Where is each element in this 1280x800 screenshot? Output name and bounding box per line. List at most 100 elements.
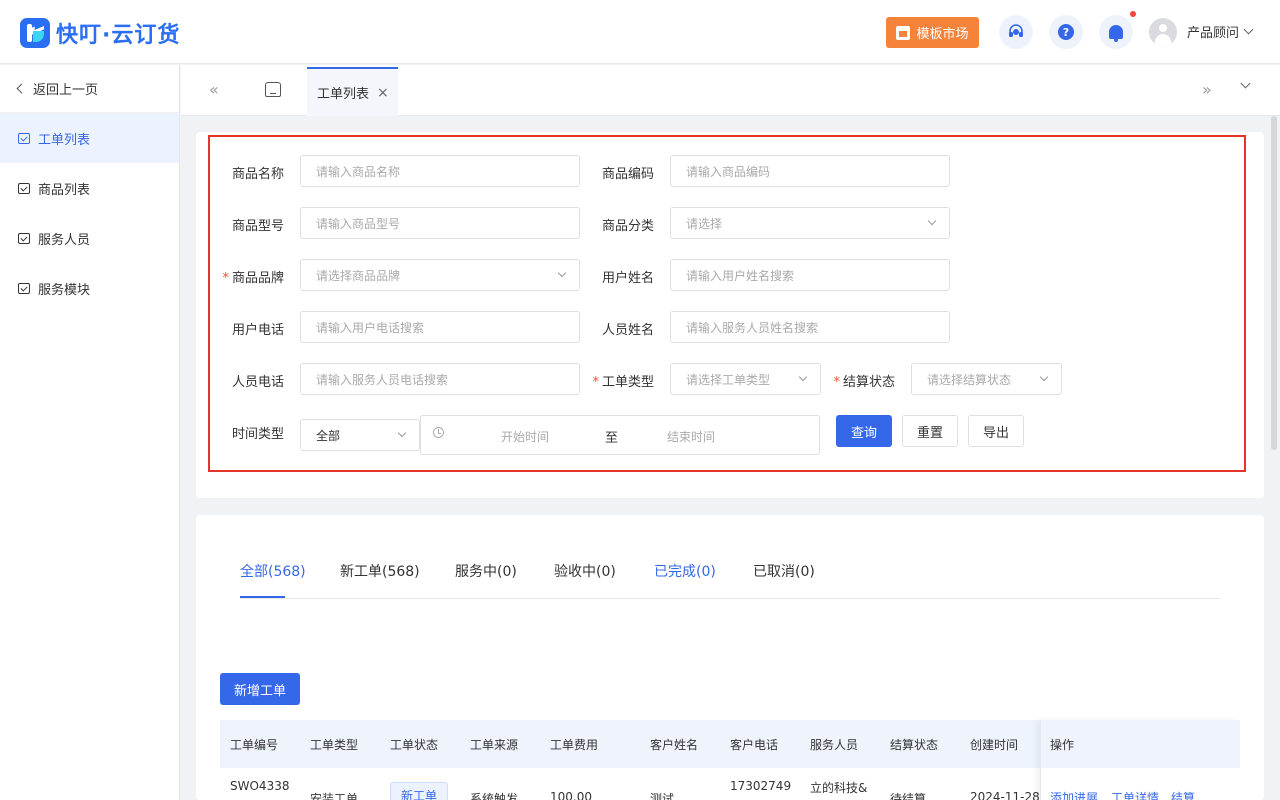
tab-status-in-service[interactable]: 服务中(0) <box>455 561 517 581</box>
column-header: 工单费用 <box>550 738 599 752</box>
order-number-cell: SWO4338 <box>230 779 290 793</box>
product-brand-label: * 商品品牌 <box>200 267 284 286</box>
product-brand-placeholder: 请选择商品品牌 <box>316 268 401 283</box>
bell-icon <box>1109 25 1123 42</box>
order-source-cell: 系统触发 <box>470 792 519 800</box>
notifications-button[interactable] <box>1099 15 1133 49</box>
avatar[interactable] <box>1149 18 1177 46</box>
order-type-cell: 安装工单 <box>310 792 359 800</box>
product-brand-select[interactable]: 请选择商品品牌 <box>300 259 580 291</box>
time-type-select[interactable]: 全部 <box>300 419 420 451</box>
page-scrollbar[interactable] <box>1271 116 1277 450</box>
actions-column <box>1040 720 1240 800</box>
sidebar-item-label: 工单列表 <box>38 132 91 148</box>
sidebar-item-service-staff[interactable]: 服务人员 <box>0 213 179 263</box>
app-header: 快叮·云订货 模板市场 ? 产品顾问 <box>0 0 1280 64</box>
sidebar-item-service-modules[interactable]: 服务模块 <box>0 263 179 313</box>
product-model-input[interactable]: 请输入商品型号 <box>300 207 580 239</box>
export-button[interactable]: 导出 <box>968 415 1024 447</box>
tab-status-all[interactable]: 全部(568) <box>240 561 306 581</box>
sidebar-item-work-orders[interactable]: 工单列表 <box>0 113 179 163</box>
back-button[interactable]: 返回上一页 <box>0 65 179 113</box>
query-button[interactable]: 查询 <box>836 415 892 447</box>
tab-status-completed[interactable]: 已完成(0) <box>654 561 716 581</box>
customer-name-cell: 测试 <box>650 792 675 800</box>
tab-status-acceptance[interactable]: 验收中(0) <box>554 561 616 581</box>
date-range-separator: 至 <box>605 431 619 446</box>
order-fee-cell: 100.00 <box>550 790 592 800</box>
end-time-placeholder[interactable]: 结束时间 <box>667 428 715 445</box>
inbox-check-icon <box>18 232 30 244</box>
date-range-picker[interactable]: 开始时间 至 结束时间 <box>420 415 820 455</box>
logo-mark-icon <box>20 18 50 48</box>
settle-status-label: * 结算状态 <box>811 371 895 390</box>
add-progress-link[interactable]: 添加进展 <box>1050 789 1098 800</box>
staff-phone-label: 人员电话 <box>231 375 284 390</box>
product-model-placeholder: 请输入商品型号 <box>316 216 401 231</box>
user-phone-input[interactable]: 请输入用户电话搜索 <box>300 311 580 343</box>
settle-status-select[interactable]: 请选择结算状态 <box>911 363 1062 395</box>
product-code-input[interactable]: 请输入商品编码 <box>670 155 950 187</box>
product-code-placeholder: 请输入商品编码 <box>686 164 771 179</box>
inbox-check-icon <box>18 132 30 144</box>
chevron-down-icon <box>927 216 937 226</box>
template-market-button[interactable]: 模板市场 <box>886 17 979 48</box>
staff-name-label: 人员姓名 <box>601 323 654 338</box>
tab-status-new[interactable]: 新工单(568) <box>340 561 420 581</box>
chevron-down-icon <box>1243 24 1254 35</box>
user-name-input[interactable]: 请输入用户姓名搜索 <box>670 259 950 291</box>
active-tab-indicator <box>240 596 285 598</box>
service-staff-cell: 立的科技& <box>810 781 868 795</box>
user-menu[interactable]: 产品顾问 <box>1187 22 1254 41</box>
settle-link[interactable]: 结算 <box>1171 789 1195 800</box>
user-phone-label: 用户电话 <box>231 323 284 338</box>
settle-status-cell: 待结算 <box>890 792 927 800</box>
chevron-down-icon <box>397 428 407 438</box>
required-mark: * <box>222 271 229 286</box>
tabs-scroll-right-icon[interactable]: » <box>1202 82 1212 98</box>
column-header: 服务人员 <box>810 738 859 752</box>
reset-button[interactable]: 重置 <box>902 415 958 447</box>
column-header: 创建时间 <box>970 738 1019 752</box>
user-name: 产品顾问 <box>1187 26 1240 41</box>
home-icon[interactable] <box>265 82 281 97</box>
app-logo[interactable]: 快叮·云订货 <box>20 17 180 49</box>
customer-phone-cell: 17302749 <box>730 779 792 793</box>
product-category-select[interactable]: 请选择 <box>670 207 950 239</box>
product-model-label: 商品型号 <box>231 219 284 234</box>
column-header: 客户电话 <box>730 738 779 752</box>
chevron-down-icon <box>557 268 567 278</box>
notification-dot <box>1130 11 1136 17</box>
chevron-down-icon <box>798 372 808 382</box>
staff-phone-input[interactable]: 请输入服务人员电话搜索 <box>300 363 580 395</box>
chevron-left-icon <box>16 83 27 94</box>
product-category-label: 商品分类 <box>601 219 654 234</box>
tab-label: 工单列表 <box>317 87 370 102</box>
chevron-down-icon[interactable] <box>1240 78 1251 89</box>
customer-service-button[interactable] <box>999 15 1033 49</box>
clock-icon <box>433 427 444 438</box>
order-type-select[interactable]: 请选择工单类型 <box>670 363 821 395</box>
help-button[interactable]: ? <box>1049 15 1083 49</box>
template-icon <box>896 25 911 40</box>
tab-status-cancelled[interactable]: 已取消(0) <box>753 561 815 581</box>
product-category-placeholder: 请选择 <box>686 216 723 231</box>
close-icon[interactable]: × <box>377 85 389 101</box>
staff-name-input[interactable]: 请输入服务人员姓名搜索 <box>670 311 950 343</box>
tab-work-orders[interactable]: 工单列表 × <box>307 67 398 116</box>
order-detail-link[interactable]: 工单详情 <box>1111 789 1159 800</box>
tabs-scroll-left-icon[interactable]: « <box>209 82 219 98</box>
column-header: 工单来源 <box>470 738 519 752</box>
column-header: 工单类型 <box>310 738 359 752</box>
created-time-cell: 2024-11-28 1 <box>970 790 1040 800</box>
back-label: 返回上一页 <box>33 83 99 98</box>
product-code-label: 商品编码 <box>601 167 654 182</box>
product-brand-label-text: 商品品牌 <box>231 271 284 286</box>
add-work-order-button[interactable]: 新增工单 <box>220 673 300 705</box>
inbox-check-icon <box>18 282 30 294</box>
chevron-down-icon <box>1039 372 1049 382</box>
start-time-placeholder[interactable]: 开始时间 <box>501 428 549 445</box>
product-name-input[interactable]: 请输入商品名称 <box>300 155 580 187</box>
sidebar-item-products[interactable]: 商品列表 <box>0 163 179 213</box>
time-type-label: 时间类型 <box>231 427 284 442</box>
